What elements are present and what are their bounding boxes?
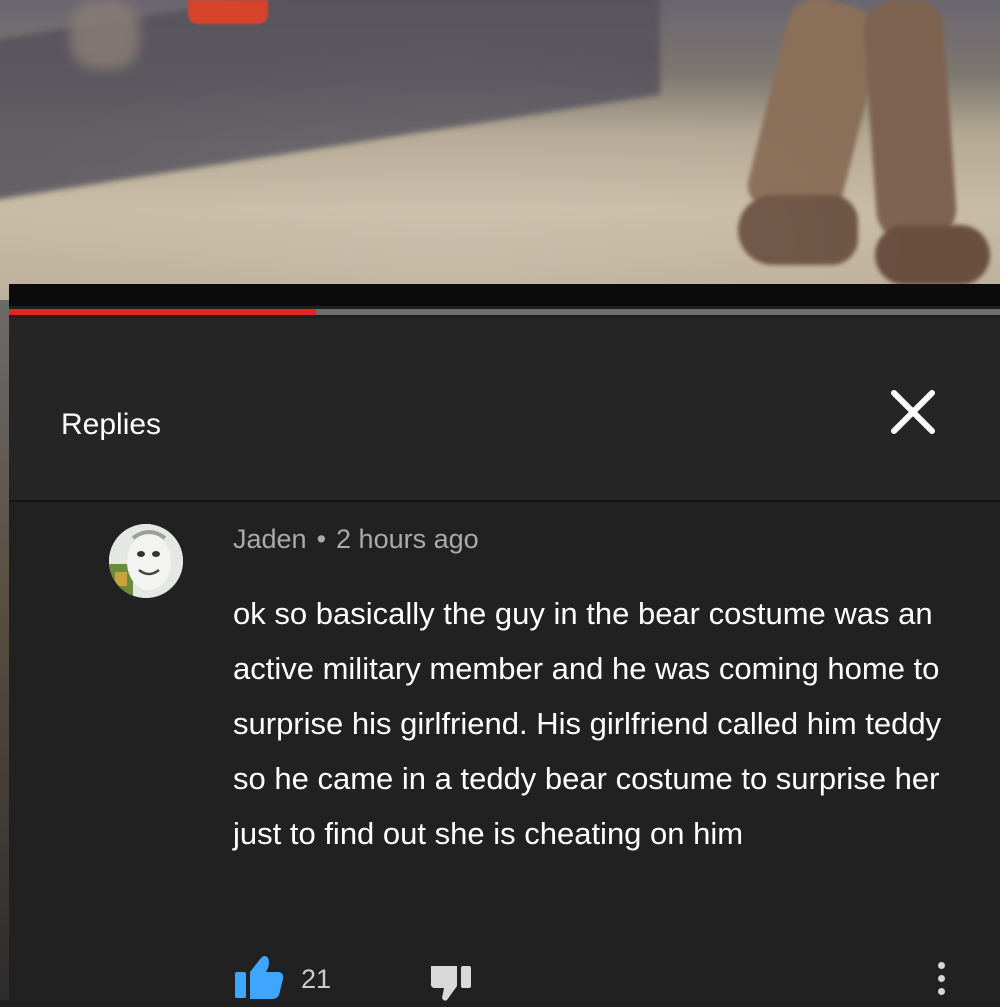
more-dot	[937, 962, 945, 969]
reply-comment: Jaden • 2 hours ago ok so basically the gu…	[9, 502, 1000, 1002]
replies-panel-header: Replies	[9, 318, 1000, 500]
comment-text: ok so basically the guy in the bear cost…	[233, 596, 942, 851]
like-button[interactable]	[233, 954, 285, 1000]
video-player[interactable]	[0, 0, 1000, 300]
thumbs-up-icon	[235, 956, 284, 999]
meta-separator: •	[316, 524, 327, 554]
thumbs-down-icon	[430, 966, 471, 1001]
dislike-button[interactable]	[429, 962, 475, 1002]
replies-panel-title: Replies	[61, 408, 162, 441]
more-dot	[937, 988, 945, 995]
video-progress-fill	[9, 309, 317, 315]
comment-author[interactable]: Jaden	[233, 524, 307, 554]
more-vertical-icon[interactable]	[929, 962, 953, 1002]
close-button[interactable]	[885, 384, 941, 440]
avatar-image	[109, 524, 183, 598]
comment-meta: Jaden • 2 hours ago	[233, 524, 479, 555]
video-letterbox	[9, 284, 1000, 306]
video-progress-bar[interactable]	[9, 309, 1000, 315]
user-avatar[interactable]	[109, 524, 183, 598]
comment-timestamp: 2 hours ago	[336, 524, 479, 554]
like-count: 21	[301, 964, 332, 994]
video-frame-light	[0, 0, 1000, 300]
more-dot	[937, 975, 945, 982]
close-icon	[891, 390, 935, 434]
